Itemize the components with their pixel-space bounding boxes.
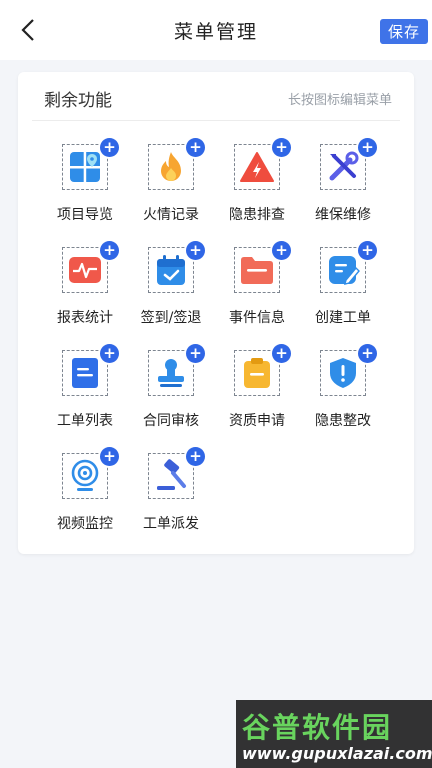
panel-hint: 长按图标编辑菜单 xyxy=(287,93,392,108)
map-grid-icon xyxy=(70,152,100,182)
add-badge[interactable]: + xyxy=(358,241,377,260)
menu-item-label: 火情记录 xyxy=(143,207,199,223)
clipboard-icon xyxy=(244,358,270,388)
add-badge[interactable]: + xyxy=(186,241,205,260)
edit-doc-icon xyxy=(329,256,360,285)
menu-item[interactable]: + 报表统计 xyxy=(42,241,128,335)
divider xyxy=(32,120,400,121)
menu-item[interactable]: + 资质申请 xyxy=(214,344,300,438)
warning-triangle-icon xyxy=(240,152,274,182)
add-badge[interactable]: + xyxy=(272,241,291,260)
shield-alert-icon xyxy=(330,358,356,388)
add-badge[interactable]: + xyxy=(358,138,377,157)
menu-item[interactable]: + 维保维修 xyxy=(300,138,386,232)
watermark-title: 谷普软件园 xyxy=(242,711,393,744)
panel-title: 剩余功能 xyxy=(44,91,112,111)
menu-item-label: 事件信息 xyxy=(229,310,285,326)
add-badge[interactable]: + xyxy=(272,138,291,157)
pulse-chart-icon xyxy=(69,257,101,283)
panel-header: 剩余功能 长按图标编辑菜单 xyxy=(18,72,414,120)
menu-item-label: 资质申请 xyxy=(229,413,285,429)
gavel-icon xyxy=(157,459,186,490)
save-button[interactable]: 保存 xyxy=(380,19,428,44)
menu-item-label: 工单列表 xyxy=(57,413,113,429)
menu-item[interactable]: + 事件信息 xyxy=(214,241,300,335)
menu-item-label: 视频监控 xyxy=(57,516,113,532)
flame-icon xyxy=(161,152,181,181)
menu-item[interactable]: + 签到/签退 xyxy=(128,241,214,335)
menu-item-label: 工单派发 xyxy=(143,516,199,532)
add-badge[interactable]: + xyxy=(272,344,291,363)
doc-list-icon xyxy=(72,358,98,388)
menu-item[interactable]: + 工单列表 xyxy=(42,344,128,438)
remaining-functions-panel: 剩余功能 长按图标编辑菜单 + 项目导览 + 火情记录 + 隐患排查 + 维保维… xyxy=(18,72,414,554)
folder-icon xyxy=(241,257,273,284)
add-badge[interactable]: + xyxy=(100,138,119,157)
add-badge[interactable]: + xyxy=(186,447,205,466)
menu-item[interactable]: + 隐患排查 xyxy=(214,138,300,232)
menu-item-label: 报表统计 xyxy=(57,310,113,326)
menu-item-label: 维保维修 xyxy=(315,207,371,223)
watermark-url: www.gupuxlazai.com xyxy=(242,744,432,763)
add-badge[interactable]: + xyxy=(186,344,205,363)
watermark: 谷普软件园 www.gupuxlazai.com xyxy=(236,700,432,768)
menu-item[interactable]: + 工单派发 xyxy=(128,447,214,541)
menu-item-label: 项目导览 xyxy=(57,207,113,223)
menu-item-label: 创建工单 xyxy=(315,310,371,326)
top-bar: 菜单管理 保存 xyxy=(0,0,432,60)
menu-item[interactable]: + 视频监控 xyxy=(42,447,128,541)
calendar-check-icon xyxy=(157,255,185,285)
menu-item[interactable]: + 创建工单 xyxy=(300,241,386,335)
menu-item[interactable]: + 合同审核 xyxy=(128,344,214,438)
menu-item-label: 隐患排查 xyxy=(229,207,285,223)
menu-item-label: 合同审核 xyxy=(143,413,199,429)
menu-item[interactable]: + 项目导览 xyxy=(42,138,128,232)
menu-item[interactable]: + 隐患整改 xyxy=(300,344,386,438)
tools-icon xyxy=(329,151,359,181)
webcam-icon xyxy=(71,459,99,491)
menu-item-label: 签到/签退 xyxy=(140,310,202,326)
menu-item-label: 隐患整改 xyxy=(315,413,371,429)
add-badge[interactable]: + xyxy=(100,447,119,466)
add-badge[interactable]: + xyxy=(358,344,377,363)
add-badge[interactable]: + xyxy=(186,138,205,157)
add-badge[interactable]: + xyxy=(100,344,119,363)
stamp-icon xyxy=(158,359,184,387)
menu-item[interactable]: + 火情记录 xyxy=(128,138,214,232)
page-title: 菜单管理 xyxy=(173,21,258,43)
add-badge[interactable]: + xyxy=(100,241,119,260)
